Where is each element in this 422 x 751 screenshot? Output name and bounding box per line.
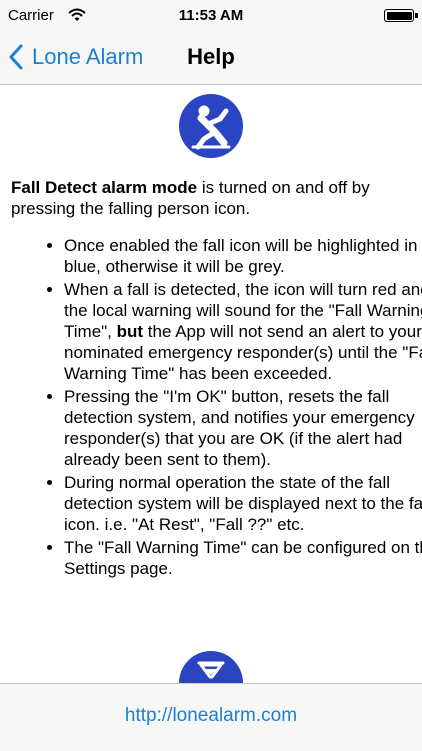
falling-person-icon bbox=[179, 94, 243, 158]
bullet-text: During normal operation the state of the… bbox=[64, 473, 422, 534]
navigation-bar: Lone Alarm Help bbox=[0, 32, 422, 85]
status-time: 11:53 AM bbox=[178, 7, 244, 24]
status-bar: Carrier 11:53 AM bbox=[0, 0, 422, 32]
list-item: During normal operation the state of the… bbox=[64, 472, 422, 535]
page-title: Help bbox=[0, 44, 422, 70]
bullet-text: Once enabled the fall icon will be highl… bbox=[64, 236, 418, 276]
page-title-text: Help bbox=[187, 44, 235, 69]
list-item: Pressing the "I'm OK" button, resets the… bbox=[64, 386, 422, 470]
list-item: When a fall is detected, the icon will t… bbox=[64, 279, 422, 384]
battery-level bbox=[386, 11, 412, 20]
help-bullet-list: Once enabled the fall icon will be highl… bbox=[28, 235, 422, 581]
help-content[interactable]: Fall Detect alarm mode is turned on and … bbox=[0, 85, 422, 683]
intro-paragraph: Fall Detect alarm mode is turned on and … bbox=[11, 177, 411, 219]
battery-icon bbox=[384, 9, 418, 22]
intro-bold: Fall Detect alarm mode bbox=[11, 178, 198, 197]
bullet-text: The "Fall Warning Time" can be configure… bbox=[64, 538, 422, 578]
footer-bar: http://lonealarm.com bbox=[0, 683, 422, 751]
list-item: Once enabled the fall icon will be highl… bbox=[64, 235, 422, 277]
bullet-text: Pressing the "I'm OK" button, resets the… bbox=[64, 387, 415, 469]
hourglass-icon bbox=[179, 651, 243, 683]
list-item: The "Fall Warning Time" can be configure… bbox=[64, 537, 422, 579]
website-link[interactable]: http://lonealarm.com bbox=[0, 705, 422, 727]
bullet-bold: but bbox=[116, 322, 144, 341]
